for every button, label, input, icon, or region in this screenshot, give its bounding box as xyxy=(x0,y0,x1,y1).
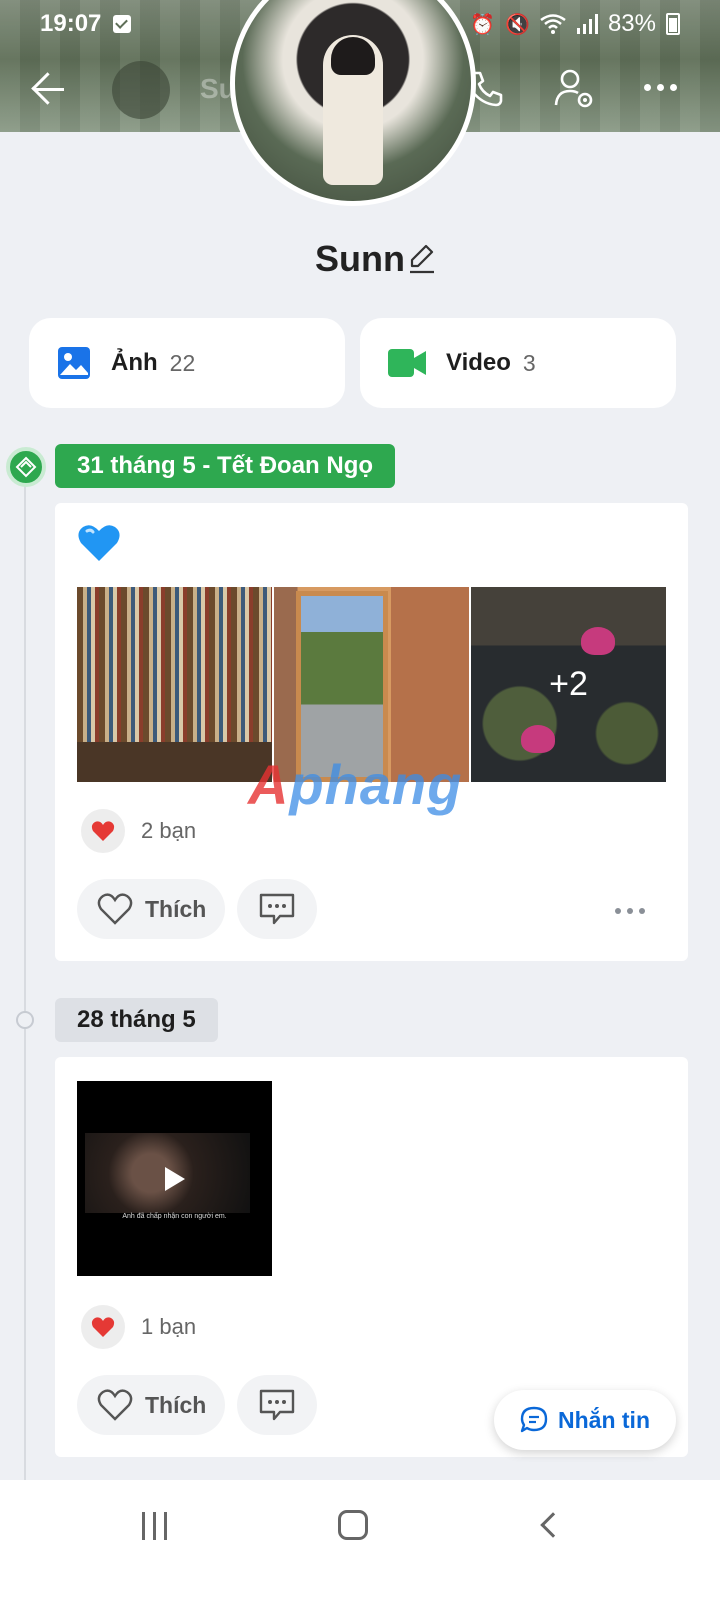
videos-label: Video xyxy=(446,349,511,376)
reaction-summary[interactable]: 1 bạn xyxy=(81,1305,196,1349)
home-button[interactable] xyxy=(338,1510,368,1540)
video-caption: Anh đã chấp nhận con người em. xyxy=(122,1213,227,1220)
red-heart-icon xyxy=(81,1305,125,1349)
user-settings-icon[interactable] xyxy=(552,67,596,111)
heart-outline-icon xyxy=(97,893,133,925)
like-button[interactable]: Thích xyxy=(77,1375,225,1435)
system-back-button[interactable] xyxy=(540,1512,566,1538)
alarm-icon: ⏰ xyxy=(470,13,496,36)
comment-icon xyxy=(259,1389,295,1421)
profile-name: Sunn xyxy=(315,238,405,279)
post-photo[interactable] xyxy=(77,587,272,782)
more-options-icon[interactable] xyxy=(644,77,684,97)
video-camera-icon xyxy=(388,349,426,377)
status-icons: ⏰ 🔇 83% xyxy=(470,10,680,38)
battery-percent: 83% xyxy=(607,10,656,37)
photos-album-button[interactable]: Ảnh 22 xyxy=(29,318,345,408)
back-button[interactable] xyxy=(28,69,76,109)
edit-pencil-icon[interactable] xyxy=(406,242,438,274)
photos-label: Ảnh xyxy=(111,349,158,376)
send-message-button[interactable]: Nhắn tin xyxy=(494,1390,676,1450)
mute-icon: 🔇 xyxy=(505,13,530,36)
play-icon xyxy=(165,1167,185,1191)
notification-check-icon xyxy=(113,15,132,33)
video-thumbnail[interactable]: Anh đã chấp nhận con người em. xyxy=(77,1081,272,1276)
profile-avatar[interactable] xyxy=(230,0,476,206)
post-more-icon[interactable] xyxy=(615,901,655,921)
message-label: Nhắn tin xyxy=(558,1406,650,1433)
blue-heart-icon xyxy=(78,525,120,561)
wifi-icon xyxy=(540,14,566,34)
like-label: Thích xyxy=(145,895,207,922)
mini-avatar xyxy=(112,61,170,119)
system-navigation-bar xyxy=(0,1480,720,1600)
like-button[interactable]: Thích xyxy=(77,879,225,939)
recent-apps-button[interactable] xyxy=(142,1512,172,1540)
comment-button[interactable] xyxy=(237,1375,317,1435)
videos-count: 3 xyxy=(522,349,536,376)
festival-icon xyxy=(6,447,46,487)
post-photo[interactable]: +2 xyxy=(471,587,666,782)
photos-count: 22 xyxy=(169,349,196,376)
timeline-dot xyxy=(16,1011,34,1029)
heart-outline-icon xyxy=(97,1389,133,1421)
post-date-badge: 28 tháng 5 xyxy=(55,998,218,1042)
chat-bubble-icon xyxy=(520,1406,548,1433)
red-heart-icon xyxy=(81,809,125,853)
status-time: 19:07 xyxy=(40,10,102,37)
battery-icon xyxy=(666,13,680,35)
more-photos-count: +2 xyxy=(471,587,666,782)
comment-icon xyxy=(259,893,295,925)
timeline-line xyxy=(24,486,26,1486)
comment-button[interactable] xyxy=(237,879,317,939)
signal-icon xyxy=(576,14,598,34)
reaction-summary[interactable]: 2 bạn xyxy=(81,809,196,853)
post-date-badge: 31 tháng 5 - Tết Đoan Ngọ xyxy=(55,444,396,488)
like-label: Thích xyxy=(145,1391,207,1418)
photo-icon xyxy=(58,347,90,379)
reaction-count: 2 bạn xyxy=(141,818,197,843)
watermark: Aphang xyxy=(248,753,463,816)
post-card: +2 2 bạn Thích xyxy=(55,503,688,961)
videos-album-button[interactable]: Video 3 xyxy=(360,318,676,408)
reaction-count: 1 bạn xyxy=(141,1314,197,1339)
